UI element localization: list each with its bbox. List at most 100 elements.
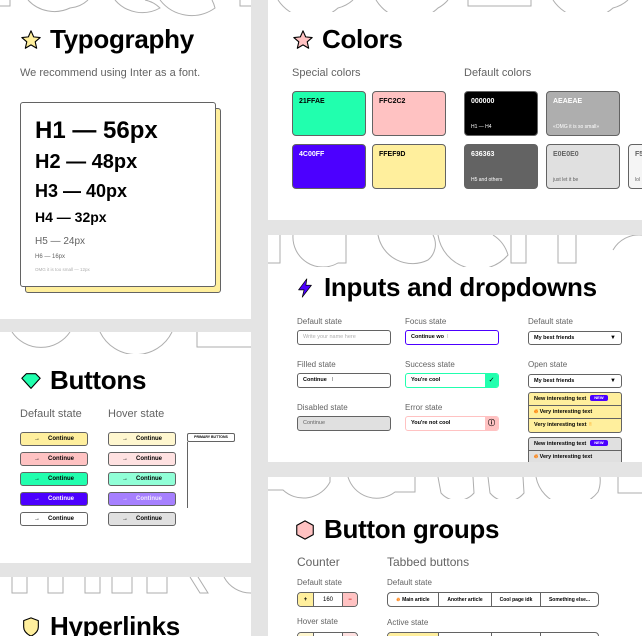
- buttons-panel: Buttons Default state Hover state: [0, 332, 251, 563]
- section-heading: Hyperlinks: [50, 611, 180, 636]
- color-swatch: 21FFAE: [292, 91, 366, 136]
- input-value: You're cool: [411, 377, 441, 383]
- tab-something-else[interactable]: Something else...: [541, 593, 598, 606]
- alert-circle-icon: ⓘ: [485, 417, 498, 430]
- hyperlinks-title: Hyperlinks: [20, 611, 180, 636]
- counter-hover-label: Hover state: [297, 617, 338, 626]
- tabs-default-label: Default state: [387, 578, 432, 587]
- color-code: 21FFAE: [299, 98, 325, 105]
- color-swatch: F5 lol: [628, 144, 642, 189]
- error-input[interactable]: You're not cool ⓘ: [405, 416, 499, 431]
- continue-button-hover[interactable]: → Continue: [108, 512, 176, 526]
- dropdown-option[interactable]: New interesting text NEW: [529, 438, 621, 451]
- color-code: AEAEAE: [553, 98, 583, 105]
- continue-button-default[interactable]: → Continue: [20, 512, 88, 526]
- filled-input[interactable]: Continue I: [297, 373, 391, 388]
- button-label: Continue: [136, 496, 162, 502]
- counter-hover: [297, 632, 358, 636]
- arrow-right-icon: →: [34, 496, 40, 502]
- continue-button-hover[interactable]: → Continue: [108, 472, 176, 486]
- lightning-icon: [298, 277, 312, 298]
- button-label: Continue: [136, 456, 162, 462]
- check-circle-icon: ✓: [485, 374, 498, 387]
- button-groups-title: Button groups: [294, 514, 499, 545]
- continue-button-default[interactable]: → Continue: [20, 432, 88, 446]
- counter-default-label: Default state: [297, 578, 342, 587]
- dropdown-open-label: Open state: [528, 360, 568, 369]
- tab-cool-page[interactable]: Cool page idk: [492, 593, 541, 606]
- color-swatch: FFC2C2: [372, 91, 446, 136]
- button-label: Continue: [48, 496, 74, 502]
- default-input[interactable]: Write your name here: [297, 330, 391, 345]
- decorative-outline: [268, 477, 642, 499]
- dropdown-default-label: Default state: [528, 317, 573, 326]
- tab-another-article[interactable]: Another article: [439, 593, 492, 606]
- continue-button-default[interactable]: → Continue: [20, 492, 88, 506]
- dropdown-value: My best friends: [534, 335, 575, 341]
- bracket-line: [187, 442, 188, 508]
- continue-button-hover[interactable]: → Continue: [108, 432, 176, 446]
- typography-title: Typography: [20, 24, 194, 55]
- h6-sample: H6 — 16px: [35, 254, 66, 260]
- fire-icon: 🔥︎: [534, 454, 539, 460]
- caret-down-icon: ▼: [610, 335, 616, 341]
- h3-sample: H3 — 40px: [35, 181, 128, 201]
- color-swatch: E0E0E0 just let it be: [546, 144, 620, 189]
- star-icon: [21, 29, 41, 49]
- decrement-button[interactable]: −: [342, 593, 357, 606]
- primary-buttons-tag: PRIMARY BUTTONS: [187, 433, 235, 442]
- continue-button-default[interactable]: → Continue: [20, 452, 88, 466]
- continue-button-default[interactable]: → Continue: [20, 472, 88, 486]
- buttons-title: Buttons: [20, 365, 146, 396]
- colors-panel: Colors Special colors Default colors 21F…: [268, 0, 642, 220]
- focus-input[interactable]: Continue wo I: [405, 330, 499, 345]
- decorative-outline: [0, 332, 251, 354]
- color-note: just let it be: [553, 177, 579, 183]
- h1-sample: H1 — 56px: [35, 117, 158, 144]
- dropdown-option[interactable]: 🔥︎ Very interesting text: [529, 406, 621, 419]
- color-code: 636363: [471, 151, 495, 158]
- arrow-right-icon: →: [122, 456, 128, 462]
- fire-icon: 🔥︎: [534, 409, 539, 415]
- color-code: FFC2C2: [379, 98, 406, 105]
- tabbed-buttons-active: [387, 632, 599, 636]
- color-swatch: AEAEAE «OMG it is so small»: [546, 91, 620, 136]
- h5-sample: H5 — 24px: [35, 236, 86, 247]
- type-scale-card: H1 — 56px H2 — 48px H3 — 40px H4 — 32px …: [20, 102, 216, 287]
- new-badge: NEW: [590, 395, 608, 401]
- section-heading: Colors: [322, 24, 403, 54]
- error-input-label: Error state: [405, 403, 443, 412]
- section-heading: Button groups: [324, 514, 500, 544]
- default-colors-label: Default colors: [464, 67, 532, 79]
- hover-state-label: Hover state: [108, 408, 165, 420]
- default-state-label: Default state: [20, 408, 82, 420]
- dropdown-open[interactable]: My best friends ▼: [528, 374, 622, 388]
- disabled-input: Continue: [297, 416, 391, 431]
- color-code: 000000: [471, 98, 495, 105]
- tabs-active-label: Active state: [387, 618, 429, 627]
- counter-value[interactable]: 160: [314, 593, 342, 606]
- default-input-label: Default state: [297, 317, 342, 326]
- hexagon-icon: [296, 519, 314, 540]
- panel-gap: [268, 462, 642, 477]
- color-code: FFEF9D: [379, 151, 406, 158]
- continue-button-hover[interactable]: → Continue: [108, 452, 176, 466]
- disabled-input-label: Disabled state: [297, 403, 348, 412]
- typography-subtitle: We recommend using Inter as a font.: [20, 67, 201, 79]
- dropdown-option[interactable]: Very interesting text ✌: [529, 419, 621, 432]
- increment-button[interactable]: +: [298, 593, 314, 606]
- arrow-right-icon: →: [34, 476, 40, 482]
- section-heading: Buttons: [50, 365, 147, 395]
- arrow-right-icon: →: [122, 516, 128, 522]
- star-icon: [293, 29, 313, 49]
- arrow-right-icon: →: [122, 436, 128, 442]
- dropdown-option[interactable]: New interesting text NEW: [529, 393, 621, 406]
- button-label: Continue: [48, 516, 74, 522]
- typography-panel: Typography We recommend using Inter as a…: [0, 0, 251, 319]
- text-cursor-icon: I: [447, 334, 449, 340]
- success-input[interactable]: You're cool ✓: [405, 373, 499, 388]
- tab-main-article[interactable]: 🔥︎ Main article: [388, 593, 439, 606]
- dropdown-default[interactable]: My best friends ▼: [528, 331, 622, 345]
- continue-button-hover[interactable]: → Continue: [108, 492, 176, 506]
- arrow-right-icon: →: [122, 476, 128, 482]
